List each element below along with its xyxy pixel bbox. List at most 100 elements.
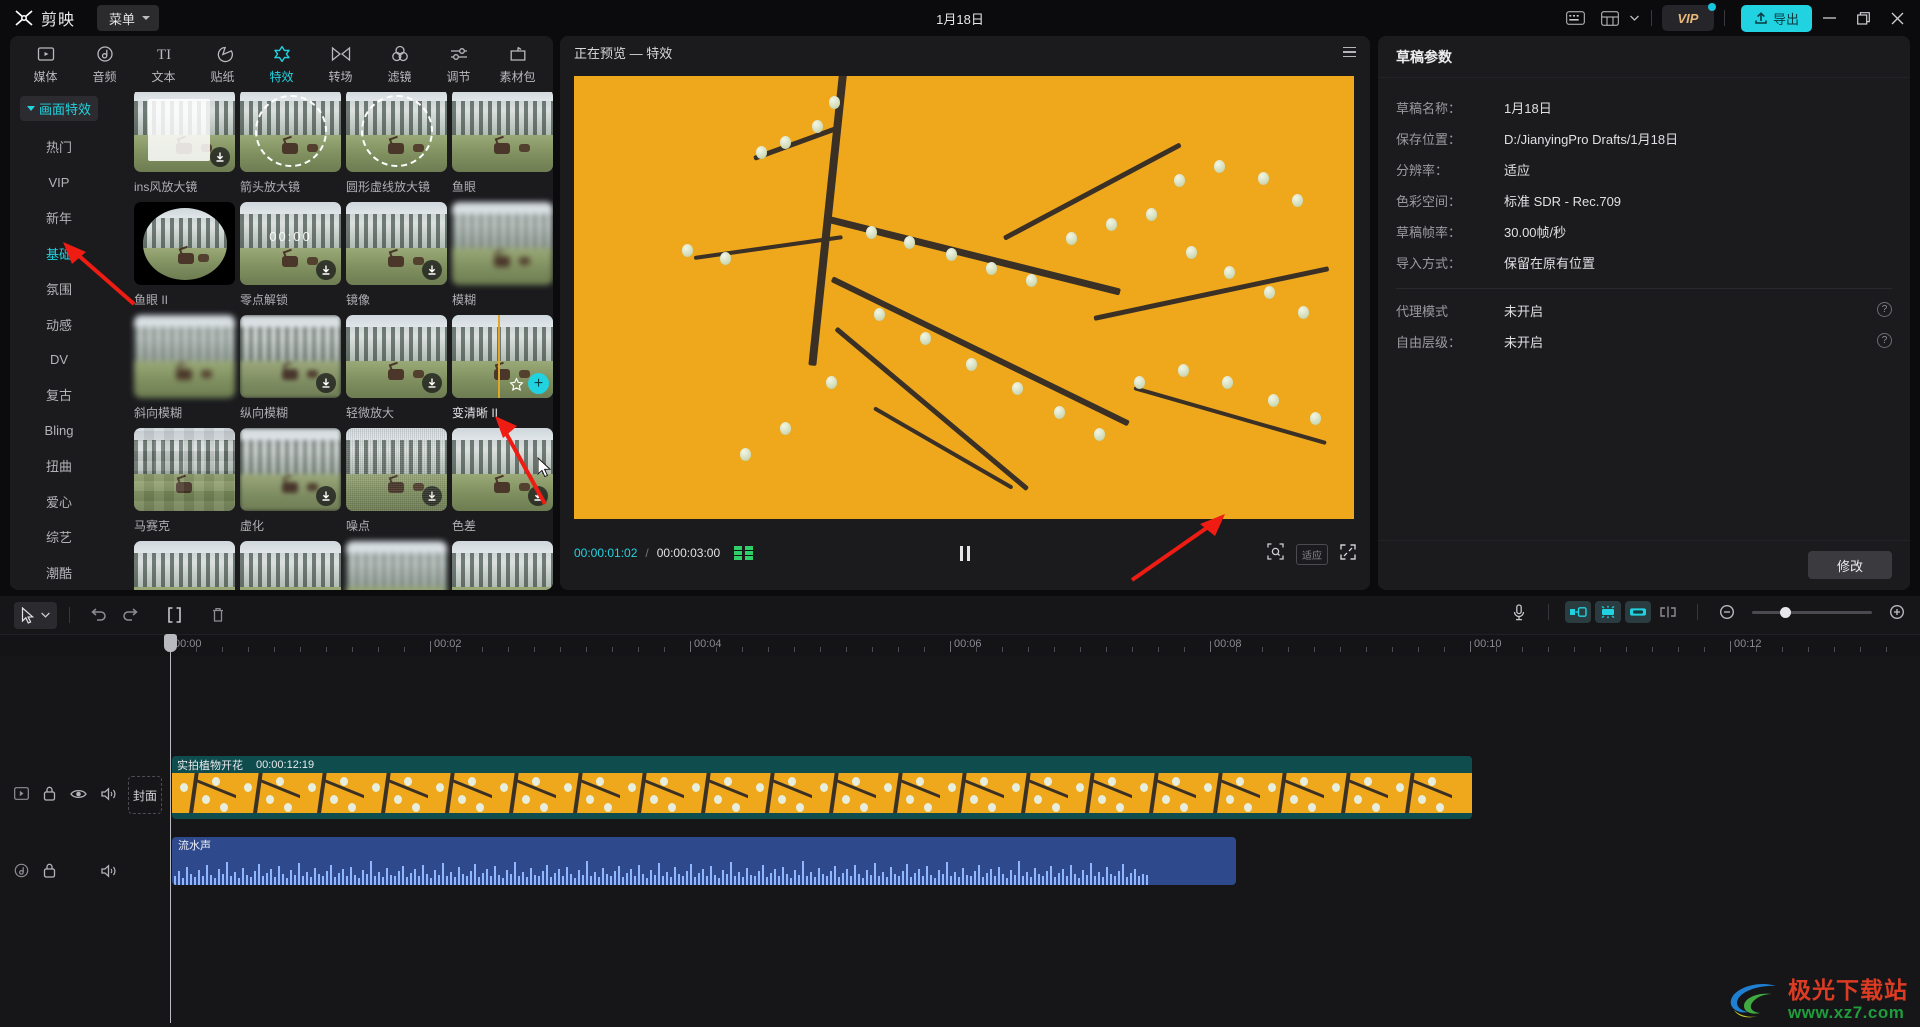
download-icon[interactable] <box>316 373 336 393</box>
category-item-dv[interactable]: DV <box>10 342 108 377</box>
cover-button[interactable]: 封面 <box>128 776 162 814</box>
effect-thumbnail[interactable] <box>346 315 447 398</box>
effect-cell[interactable]: ins风放大镜 <box>134 92 235 202</box>
pause-button[interactable] <box>960 546 970 561</box>
keyboard-icon[interactable] <box>1559 0 1593 36</box>
speaker-icon[interactable] <box>101 787 117 806</box>
category-item-dynamic[interactable]: 动感 <box>10 306 108 341</box>
fit-dropdown[interactable]: 适应 <box>1296 544 1328 565</box>
tab-filter[interactable]: 滤镜 <box>370 44 429 85</box>
menu-button[interactable]: 菜单 <box>97 5 159 31</box>
category-item-hot[interactable]: 热门 <box>10 129 108 164</box>
select-tool-button[interactable] <box>14 602 57 629</box>
effect-thumbnail[interactable] <box>452 541 553 590</box>
keyframe-icon[interactable] <box>1595 601 1621 623</box>
eye-icon[interactable] <box>70 787 87 805</box>
effect-thumbnail[interactable]: 00:00 <box>240 202 341 285</box>
category-item-retro[interactable]: 复古 <box>10 377 108 412</box>
effect-cell[interactable]: 纵向模糊 <box>240 315 341 428</box>
minimize-button[interactable] <box>1812 0 1846 36</box>
help-icon[interactable]: ? <box>1877 333 1892 348</box>
category-item-cool[interactable]: 潮酷 <box>10 555 108 590</box>
download-icon[interactable] <box>528 486 548 506</box>
effect-cell[interactable]: 色差 <box>452 428 553 541</box>
effect-cell-selected[interactable]: + 变清晰 II <box>452 315 553 428</box>
category-item-newyear[interactable]: 新年 <box>10 200 108 235</box>
effect-cell[interactable]: 噪点 <box>346 428 447 541</box>
layout-icon[interactable] <box>1593 0 1627 36</box>
tab-text[interactable]: TI 文本 <box>134 44 193 85</box>
effect-cell[interactable]: 鱼眼 II <box>134 202 235 315</box>
fullscreen-icon[interactable] <box>1340 544 1356 565</box>
video-stage[interactable] <box>574 76 1354 519</box>
download-icon[interactable] <box>210 147 230 167</box>
effect-thumbnail[interactable] <box>134 315 235 398</box>
effect-thumbnail[interactable] <box>346 92 447 172</box>
lock-icon[interactable] <box>43 863 56 883</box>
microphone-icon[interactable] <box>1506 601 1532 623</box>
cut-icon[interactable] <box>1655 601 1681 623</box>
zoom-in-icon[interactable] <box>1884 601 1910 623</box>
effect-thumbnail[interactable] <box>452 92 553 172</box>
split-icon[interactable] <box>158 602 190 629</box>
effect-thumbnail[interactable] <box>134 92 235 172</box>
tab-audio[interactable]: 音频 <box>75 44 134 85</box>
crop-icon[interactable] <box>1267 543 1284 565</box>
tab-media[interactable]: 媒体 <box>16 44 75 85</box>
effect-cell[interactable]: 马赛克 <box>134 428 235 541</box>
modify-button[interactable]: 修改 <box>1808 551 1892 579</box>
audio-clip[interactable]: 流水声 <box>172 837 1236 885</box>
effect-thumbnail[interactable] <box>134 202 235 285</box>
effect-cell[interactable]: 鱼眼 <box>452 92 553 202</box>
effect-cell[interactable]: 圆形虚线放大镜 <box>346 92 447 202</box>
effect-thumbnail[interactable]: + <box>452 315 553 398</box>
video-clip[interactable]: 实拍植物开花 00:00:12:19 <box>172 756 1472 819</box>
effect-thumbnail[interactable] <box>134 541 235 590</box>
effect-thumbnail[interactable] <box>346 541 447 590</box>
mirror-icon[interactable] <box>1565 601 1591 623</box>
effect-thumbnail[interactable] <box>240 315 341 398</box>
tab-transition[interactable]: 转场 <box>311 44 370 85</box>
category-item-variety[interactable]: 综艺 <box>10 519 108 554</box>
effect-cell[interactable] <box>346 541 447 590</box>
favorite-star-icon[interactable] <box>506 374 526 394</box>
effect-thumbnail[interactable] <box>346 202 447 285</box>
effect-cell[interactable]: 轻微放大 <box>346 315 447 428</box>
download-icon[interactable] <box>316 260 336 280</box>
tab-adjust[interactable]: 调节 <box>429 44 488 85</box>
undo-icon[interactable] <box>82 602 114 629</box>
effect-thumbnail[interactable] <box>346 428 447 511</box>
effect-cell[interactable]: 模糊 <box>452 202 553 315</box>
link-icon[interactable] <box>1625 601 1651 623</box>
add-effect-icon[interactable]: + <box>528 373 549 394</box>
category-item-bling[interactable]: Bling <box>10 413 108 448</box>
effect-cell[interactable]: 00:00 零点解锁 <box>240 202 341 315</box>
vip-button[interactable]: VIP <box>1662 5 1714 31</box>
category-item-vip[interactable]: VIP <box>10 164 108 199</box>
download-icon[interactable] <box>316 486 336 506</box>
delete-icon[interactable] <box>202 602 234 629</box>
effect-cell[interactable]: 镜像 <box>346 202 447 315</box>
speaker-icon[interactable] <box>101 864 117 883</box>
lock-icon[interactable] <box>43 786 56 806</box>
category-header[interactable]: 画面特效 <box>20 96 98 121</box>
chevron-down-icon[interactable] <box>1627 0 1643 36</box>
download-icon[interactable] <box>422 486 442 506</box>
zoom-slider-handle[interactable] <box>1780 607 1791 618</box>
audio-track-icon[interactable] <box>14 863 29 883</box>
effect-thumbnail[interactable] <box>240 92 341 172</box>
effect-cell[interactable] <box>240 541 341 590</box>
category-item-distort[interactable]: 扭曲 <box>10 448 108 483</box>
zoom-out-icon[interactable] <box>1714 601 1740 623</box>
category-item-basic[interactable]: 基础 <box>10 235 108 270</box>
tab-material-pack[interactable]: 素材包 <box>488 44 547 85</box>
effects-grid-wrapper[interactable]: 放大镜 拟截图放大镜 广角 爱心边框 ins风放大镜 <box>108 92 553 590</box>
effect-cell[interactable]: 箭头放大镜 <box>240 92 341 202</box>
close-button[interactable] <box>1880 0 1914 36</box>
video-track-icon[interactable] <box>14 787 29 805</box>
export-button[interactable]: 导出 <box>1741 5 1812 32</box>
effect-cell[interactable]: 虚化 <box>240 428 341 541</box>
download-icon[interactable] <box>422 373 442 393</box>
download-icon[interactable] <box>422 260 442 280</box>
effect-thumbnail[interactable] <box>134 428 235 511</box>
